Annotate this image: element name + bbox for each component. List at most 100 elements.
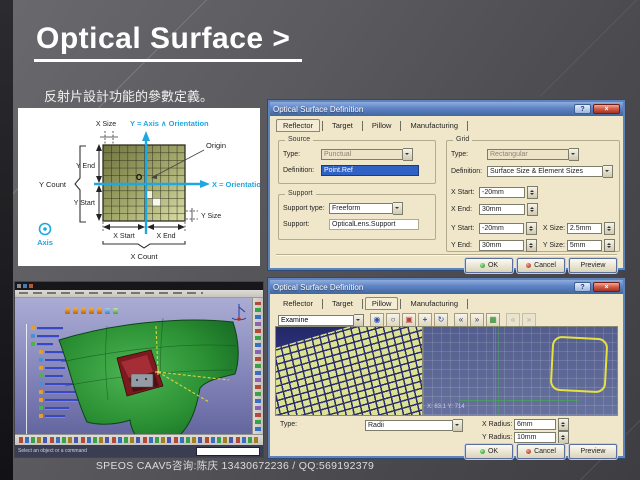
label-axis: Axis	[37, 238, 53, 247]
support-field[interactable]: OpticalLens.Support	[329, 219, 419, 230]
pillow-dialog: Optical Surface Definition ? × Reflector…	[268, 278, 625, 458]
tab-reflector[interactable]: Reflector	[276, 297, 320, 310]
grid-type-select[interactable]: Rectangular	[487, 149, 569, 160]
cancel-icon	[526, 449, 531, 454]
preview-button[interactable]: Preview	[569, 258, 617, 273]
preview-button[interactable]: Preview	[569, 444, 617, 459]
tab-reflector[interactable]: Reflector	[276, 119, 320, 132]
tab-target[interactable]: Target	[325, 119, 360, 132]
pillow-type-select[interactable]: Radii	[365, 420, 453, 431]
bottom-toolbar[interactable]	[15, 434, 263, 445]
view-mode-select[interactable]: Examine	[278, 315, 354, 326]
spinner-icon[interactable]	[526, 239, 537, 252]
cancel-label: Cancel	[534, 262, 556, 269]
previous-view-icon[interactable]: «	[454, 313, 468, 327]
help-icon[interactable]: ?	[574, 104, 591, 114]
mesh-view[interactable]	[276, 327, 423, 415]
tab-manufacturing[interactable]: Manufacturing	[403, 119, 465, 132]
tab-pillow[interactable]: Pillow	[365, 297, 399, 310]
preview-viewport[interactable]: X: 83.1 Y: 714	[275, 326, 618, 416]
grid-display-icon[interactable]: ▦	[486, 313, 500, 327]
app-icon	[17, 284, 21, 288]
x-radius-field[interactable]: 6mm	[514, 419, 556, 430]
support-type-label: Support type:	[283, 205, 329, 212]
label-x-end: X End	[156, 233, 175, 240]
label-origin-point: O	[136, 173, 142, 182]
dialog-titlebar[interactable]: Optical Surface Definition ? ×	[270, 102, 623, 116]
cancel-button[interactable]: Cancel	[517, 444, 565, 459]
dropdown-arrow-icon[interactable]	[393, 202, 403, 215]
reflector-dialog: Optical Surface Definition ? × Reflector…	[268, 100, 625, 270]
x-size-field[interactable]: 2.5mm	[567, 223, 602, 234]
label-y-end: Y End	[76, 163, 95, 170]
source-type-select[interactable]: Punctual	[321, 149, 403, 160]
dropdown-arrow-icon[interactable]	[603, 165, 613, 178]
tree-item-icon	[39, 406, 43, 410]
y-start-field[interactable]: -20mm	[479, 223, 524, 234]
support-type-select[interactable]: Freeform	[329, 203, 393, 214]
catia-titlebar[interactable]	[15, 282, 263, 290]
catia-statusbar: Select an object or a command	[15, 445, 263, 457]
source-definition-field[interactable]: Point.Ref	[321, 165, 419, 176]
spinner-icon[interactable]	[604, 222, 615, 235]
command-input[interactable]	[196, 447, 260, 456]
tree-item-icon	[31, 326, 35, 330]
y-radius-label: Y Radius:	[482, 434, 514, 441]
dialog-tabs: Reflector Target Pillow Manufacturing	[270, 116, 623, 133]
rotate-icon[interactable]: ↻	[434, 313, 448, 327]
dropdown-arrow-icon[interactable]	[569, 148, 579, 161]
source-type-label: Type:	[283, 151, 321, 158]
ok-button[interactable]: OK	[465, 444, 513, 459]
right-toolbar[interactable]	[252, 298, 263, 435]
spinner-icon[interactable]	[558, 431, 569, 444]
contact-caption: SPEOS CAAV5咨询:陈庆 13430672236 / QQ:569192…	[10, 458, 460, 473]
catia-window: Select an object or a command	[14, 281, 264, 458]
y-radius-field[interactable]: 10mm	[514, 432, 556, 443]
compass-icon[interactable]: ◉	[370, 313, 384, 327]
first-view-icon[interactable]: «	[506, 313, 520, 327]
help-icon[interactable]: ?	[574, 282, 591, 292]
tree-item-icon	[39, 382, 43, 386]
tab-target[interactable]: Target	[325, 297, 360, 310]
car-panel-model[interactable]	[47, 314, 253, 435]
dropdown-arrow-icon[interactable]	[354, 314, 364, 327]
close-icon[interactable]: ×	[593, 104, 620, 114]
support-legend: Support	[285, 190, 316, 197]
zoom-icon[interactable]: ○	[386, 313, 400, 327]
x-start-field[interactable]: -20mm	[479, 187, 525, 198]
grid-view[interactable]: X: 83.1 Y: 714	[423, 327, 617, 415]
x-count-bracket	[103, 241, 185, 248]
spinner-icon[interactable]	[558, 418, 569, 431]
close-icon[interactable]: ×	[593, 282, 620, 292]
next-view-icon[interactable]: »	[470, 313, 484, 327]
tab-manufacturing[interactable]: Manufacturing	[403, 297, 465, 310]
spinner-icon[interactable]	[527, 203, 538, 216]
dropdown-arrow-icon[interactable]	[403, 148, 413, 161]
label-origin: Origin	[206, 141, 226, 150]
spinner-icon[interactable]	[526, 222, 537, 235]
pan-icon[interactable]: +	[418, 313, 432, 327]
tree-item-icon	[31, 342, 35, 346]
cancel-button[interactable]: Cancel	[517, 258, 565, 273]
grid-type-label: Type:	[451, 151, 487, 158]
tab-pillow[interactable]: Pillow	[365, 119, 399, 132]
spinner-icon[interactable]	[604, 239, 615, 252]
y-size-marker	[186, 208, 198, 222]
dialog-titlebar[interactable]: Optical Surface Definition ? ×	[270, 280, 623, 294]
y-end-field[interactable]: 30mm	[479, 240, 524, 251]
catia-menubar[interactable]	[15, 290, 263, 298]
compass-icon[interactable]	[229, 301, 249, 325]
x-start-label: X Start:	[451, 189, 479, 196]
last-view-icon[interactable]: »	[522, 313, 536, 327]
catia-3d-viewport[interactable]	[15, 298, 253, 435]
grid-definition-select[interactable]: Surface Size & Element Sizes	[487, 166, 603, 177]
tree-item-icon	[39, 358, 43, 362]
x-end-field[interactable]: 30mm	[479, 204, 525, 215]
spinner-icon[interactable]	[527, 186, 538, 199]
ok-button[interactable]: OK	[465, 258, 513, 273]
cursor-coordinates: X: 83.1 Y: 714	[427, 404, 465, 410]
label-y-start: Y Start	[74, 200, 95, 207]
dropdown-arrow-icon[interactable]	[453, 419, 463, 432]
y-size-field[interactable]: 5mm	[567, 240, 602, 251]
fly-icon[interactable]: ▣	[402, 313, 416, 327]
